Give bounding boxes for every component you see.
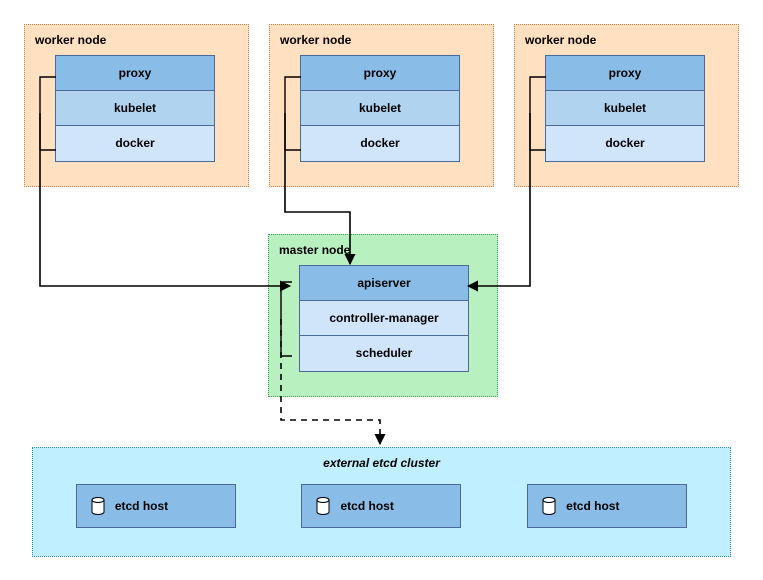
etcd-host: etcd host [76,484,236,528]
worker-node-title: worker node [280,33,483,47]
apiserver-box: apiserver [300,266,468,301]
kubelet-box: kubelet [546,91,704,126]
etcd-host-label: etcd host [566,499,619,513]
worker-node-2: worker node proxy kubelet docker [269,24,494,187]
database-icon [91,497,105,515]
docker-box: docker [546,126,704,161]
etcd-host: etcd host [301,484,461,528]
database-icon [316,497,330,515]
etcd-cluster-title: external etcd cluster [43,456,720,470]
etcd-host-label: etcd host [340,499,393,513]
kubelet-box: kubelet [56,91,214,126]
master-node-title: master node [279,243,487,257]
docker-box: docker [56,126,214,161]
etcd-host: etcd host [527,484,687,528]
master-node: master node apiserver controller-manager… [268,234,498,397]
worker-node-1: worker node proxy kubelet docker [24,24,249,187]
controller-manager-box: controller-manager [300,301,468,336]
worker-node-title: worker node [525,33,728,47]
proxy-box: proxy [546,56,704,91]
worker-node-title: worker node [35,33,238,47]
proxy-box: proxy [301,56,459,91]
database-icon [542,497,556,515]
etcd-hosts: etcd host etcd host etcd host [43,484,720,528]
scheduler-box: scheduler [300,336,468,371]
proxy-box: proxy [56,56,214,91]
worker-stack: proxy kubelet docker [545,55,705,162]
worker-stack: proxy kubelet docker [300,55,460,162]
worker-stack: proxy kubelet docker [55,55,215,162]
etcd-host-label: etcd host [115,499,168,513]
master-stack: apiserver controller-manager scheduler [299,265,469,372]
docker-box: docker [301,126,459,161]
kubelet-box: kubelet [301,91,459,126]
worker-node-3: worker node proxy kubelet docker [514,24,739,187]
etcd-cluster: external etcd cluster etcd host etcd hos… [32,447,731,557]
